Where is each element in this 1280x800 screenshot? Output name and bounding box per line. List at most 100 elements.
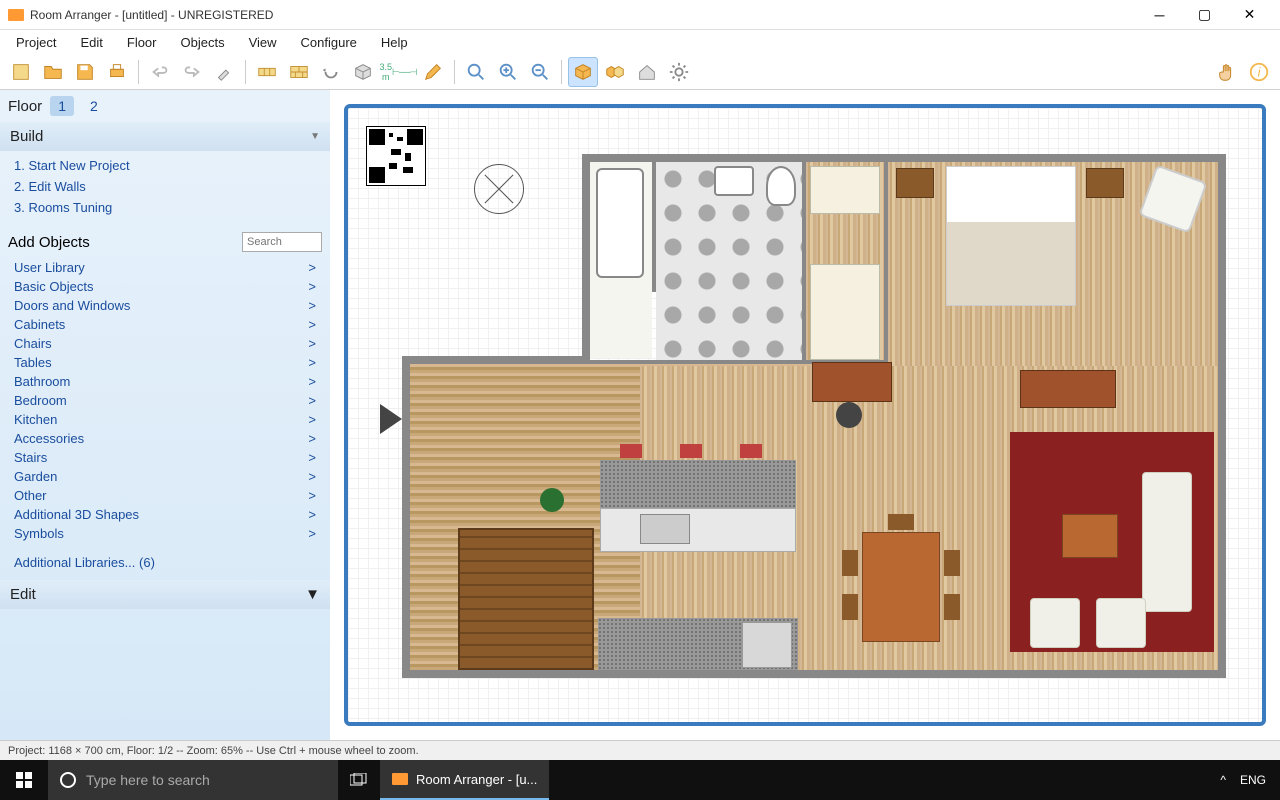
chevron-down-icon: ▼ bbox=[310, 131, 320, 142]
chair[interactable] bbox=[842, 550, 858, 576]
coffee-table[interactable] bbox=[1062, 514, 1118, 558]
info-icon[interactable]: i bbox=[1244, 57, 1274, 87]
open-icon[interactable] bbox=[38, 57, 68, 87]
cubes-icon[interactable] bbox=[600, 57, 630, 87]
save-icon[interactable] bbox=[70, 57, 100, 87]
taskbar-search[interactable]: Type here to search bbox=[48, 760, 338, 800]
brick-icon[interactable] bbox=[284, 57, 314, 87]
search-input[interactable] bbox=[242, 232, 322, 252]
maximize-button[interactable]: ▢ bbox=[1182, 1, 1227, 29]
kitchen-island[interactable] bbox=[600, 460, 796, 508]
stool[interactable] bbox=[740, 444, 762, 458]
wall-icon[interactable] bbox=[252, 57, 282, 87]
cube-icon[interactable] bbox=[568, 57, 598, 87]
plant[interactable] bbox=[540, 488, 564, 512]
category-accessories[interactable]: Accessories> bbox=[14, 429, 316, 448]
cabinet[interactable] bbox=[810, 166, 880, 214]
sink[interactable] bbox=[714, 166, 754, 196]
category-bathroom[interactable]: Bathroom> bbox=[14, 372, 316, 391]
zoomout-icon[interactable] bbox=[525, 57, 555, 87]
toilet[interactable] bbox=[766, 166, 796, 206]
dining-table[interactable] bbox=[862, 532, 940, 642]
paint-icon[interactable] bbox=[209, 57, 239, 87]
cortana-icon bbox=[60, 772, 76, 788]
edit-section-head[interactable]: Edit ▼ bbox=[0, 580, 330, 609]
tray-language[interactable]: ENG bbox=[1240, 773, 1266, 787]
category-user-library[interactable]: User Library> bbox=[14, 258, 316, 277]
menu-floor[interactable]: Floor bbox=[117, 33, 167, 52]
armchair[interactable] bbox=[1096, 598, 1146, 648]
kitchen-sink[interactable] bbox=[640, 514, 690, 544]
zoom-icon[interactable] bbox=[461, 57, 491, 87]
toolbar: 3.5 m⊢──⊣ i bbox=[0, 54, 1280, 90]
cabinet[interactable] bbox=[810, 264, 880, 360]
menu-project[interactable]: Project bbox=[6, 33, 66, 52]
floorplan-canvas[interactable] bbox=[344, 104, 1266, 726]
category-other[interactable]: Other> bbox=[14, 486, 316, 505]
redo-icon[interactable] bbox=[177, 57, 207, 87]
floor-tab-2[interactable]: 2 bbox=[82, 96, 106, 116]
category-cabinets[interactable]: Cabinets> bbox=[14, 315, 316, 334]
build-section-head[interactable]: Build ▼ bbox=[0, 122, 330, 151]
home-icon[interactable] bbox=[632, 57, 662, 87]
tv-stand[interactable] bbox=[1020, 370, 1116, 408]
build-edit-walls[interactable]: 2. Edit Walls bbox=[14, 176, 316, 197]
kitchen-counter[interactable] bbox=[600, 508, 796, 552]
tray-chevron-up-icon[interactable]: ^ bbox=[1220, 773, 1226, 787]
build-rooms-tuning[interactable]: 3. Rooms Tuning bbox=[14, 197, 316, 218]
floor-tab-1[interactable]: 1 bbox=[50, 96, 74, 116]
task-view-button[interactable] bbox=[338, 760, 380, 800]
chair[interactable] bbox=[888, 514, 914, 530]
menu-configure[interactable]: Configure bbox=[291, 33, 367, 52]
category-garden[interactable]: Garden> bbox=[14, 467, 316, 486]
category-doors-and-windows[interactable]: Doors and Windows> bbox=[14, 296, 316, 315]
print-icon[interactable] bbox=[102, 57, 132, 87]
office-chair[interactable] bbox=[836, 402, 862, 428]
nightstand[interactable] bbox=[896, 168, 934, 198]
category-bedroom[interactable]: Bedroom> bbox=[14, 391, 316, 410]
category-chairs[interactable]: Chairs> bbox=[14, 334, 316, 353]
start-button[interactable] bbox=[0, 760, 48, 800]
armchair[interactable] bbox=[1030, 598, 1080, 648]
menu-edit[interactable]: Edit bbox=[70, 33, 112, 52]
chair[interactable] bbox=[842, 594, 858, 620]
desk[interactable] bbox=[812, 362, 892, 402]
stool[interactable] bbox=[680, 444, 702, 458]
hand-icon[interactable] bbox=[1212, 57, 1242, 87]
sofa[interactable] bbox=[1142, 472, 1192, 612]
category-kitchen[interactable]: Kitchen> bbox=[14, 410, 316, 429]
menu-view[interactable]: View bbox=[239, 33, 287, 52]
build-start-new[interactable]: 1. Start New Project bbox=[14, 155, 316, 176]
chair[interactable] bbox=[944, 594, 960, 620]
menu-help[interactable]: Help bbox=[371, 33, 418, 52]
bathtub[interactable] bbox=[596, 168, 644, 278]
category-additional-3d-shapes[interactable]: Additional 3D Shapes> bbox=[14, 505, 316, 524]
close-button[interactable]: ✕ bbox=[1227, 1, 1272, 29]
category-basic-objects[interactable]: Basic Objects> bbox=[14, 277, 316, 296]
fridge[interactable] bbox=[742, 622, 792, 668]
rotate-icon[interactable] bbox=[316, 57, 346, 87]
nightstand[interactable] bbox=[1086, 168, 1124, 198]
menu-objects[interactable]: Objects bbox=[171, 33, 235, 52]
stool[interactable] bbox=[620, 444, 642, 458]
bed[interactable] bbox=[946, 166, 1076, 306]
additional-libraries-link[interactable]: Additional Libraries... (6) bbox=[0, 551, 330, 580]
taskbar-app-room-arranger[interactable]: Room Arranger - [u... bbox=[380, 760, 549, 800]
box3d-icon[interactable] bbox=[348, 57, 378, 87]
pencil-icon[interactable] bbox=[418, 57, 448, 87]
zoomin-icon[interactable] bbox=[493, 57, 523, 87]
play-arrow-icon[interactable] bbox=[380, 404, 402, 434]
stairs[interactable] bbox=[458, 528, 594, 670]
undo-icon[interactable] bbox=[145, 57, 175, 87]
minimize-button[interactable]: ─ bbox=[1137, 1, 1182, 29]
category-stairs[interactable]: Stairs> bbox=[14, 448, 316, 467]
chair[interactable] bbox=[944, 550, 960, 576]
category-tables[interactable]: Tables> bbox=[14, 353, 316, 372]
gear-icon[interactable] bbox=[664, 57, 694, 87]
window-title: Room Arranger - [untitled] - UNREGISTERE… bbox=[30, 8, 1137, 22]
add-objects-label: Add Objects bbox=[8, 234, 90, 251]
measure-icon[interactable]: 3.5 m⊢──⊣ bbox=[380, 57, 416, 87]
floorplan[interactable] bbox=[402, 154, 1226, 678]
new-icon[interactable] bbox=[6, 57, 36, 87]
category-symbols[interactable]: Symbols> bbox=[14, 524, 316, 543]
